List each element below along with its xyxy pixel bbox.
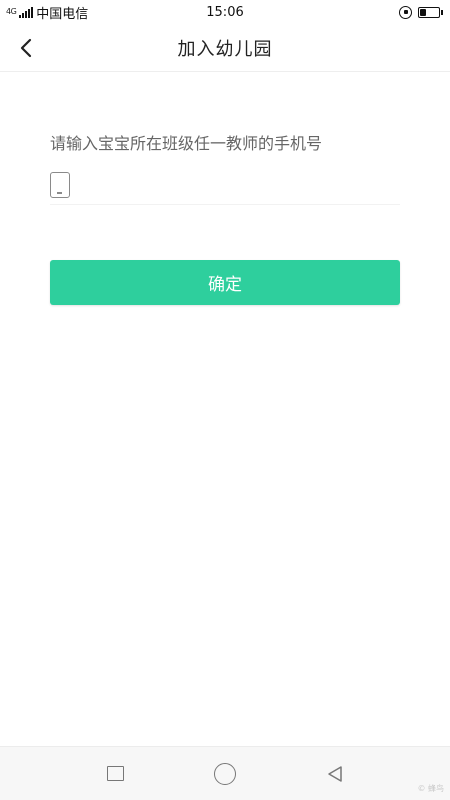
battery-fill <box>420 8 426 16</box>
teacher-phone-input[interactable] <box>80 169 400 200</box>
confirm-button[interactable]: 确定 <box>50 260 400 305</box>
status-bar: 4G 中国电信 15:06 <box>0 0 450 24</box>
system-back-button[interactable] <box>315 754 355 794</box>
back-button[interactable] <box>10 32 42 64</box>
circle-icon <box>214 762 236 785</box>
watermark: © 蜂鸟 <box>417 784 444 793</box>
screen: 4G 中国电信 15:06 加入幼儿园 请输入宝宝所在班级任一教师的手机号 确定 <box>0 0 450 800</box>
battery-icon <box>418 6 443 18</box>
nav-bar: 加入幼儿园 <box>0 24 450 72</box>
system-nav-bar: © 蜂鸟 <box>0 746 450 800</box>
rotation-lock-icon <box>399 5 412 19</box>
square-icon <box>106 766 124 781</box>
mobile-phone-icon <box>50 171 70 198</box>
phone-prompt: 请输入宝宝所在班级任一教师的手机号 <box>50 134 323 153</box>
triangle-back-icon <box>328 765 342 782</box>
home-button[interactable] <box>205 754 245 794</box>
chevron-left-icon <box>20 38 32 58</box>
page-title: 加入幼儿园 <box>177 38 273 60</box>
network-type: 4G <box>6 7 17 16</box>
recents-button[interactable] <box>95 754 135 794</box>
status-left: 4G 中国电信 <box>6 3 88 22</box>
status-right <box>399 5 443 19</box>
signal-icon <box>19 6 34 18</box>
carrier-name: 中国电信 <box>36 6 89 22</box>
phone-field-row <box>50 165 400 205</box>
